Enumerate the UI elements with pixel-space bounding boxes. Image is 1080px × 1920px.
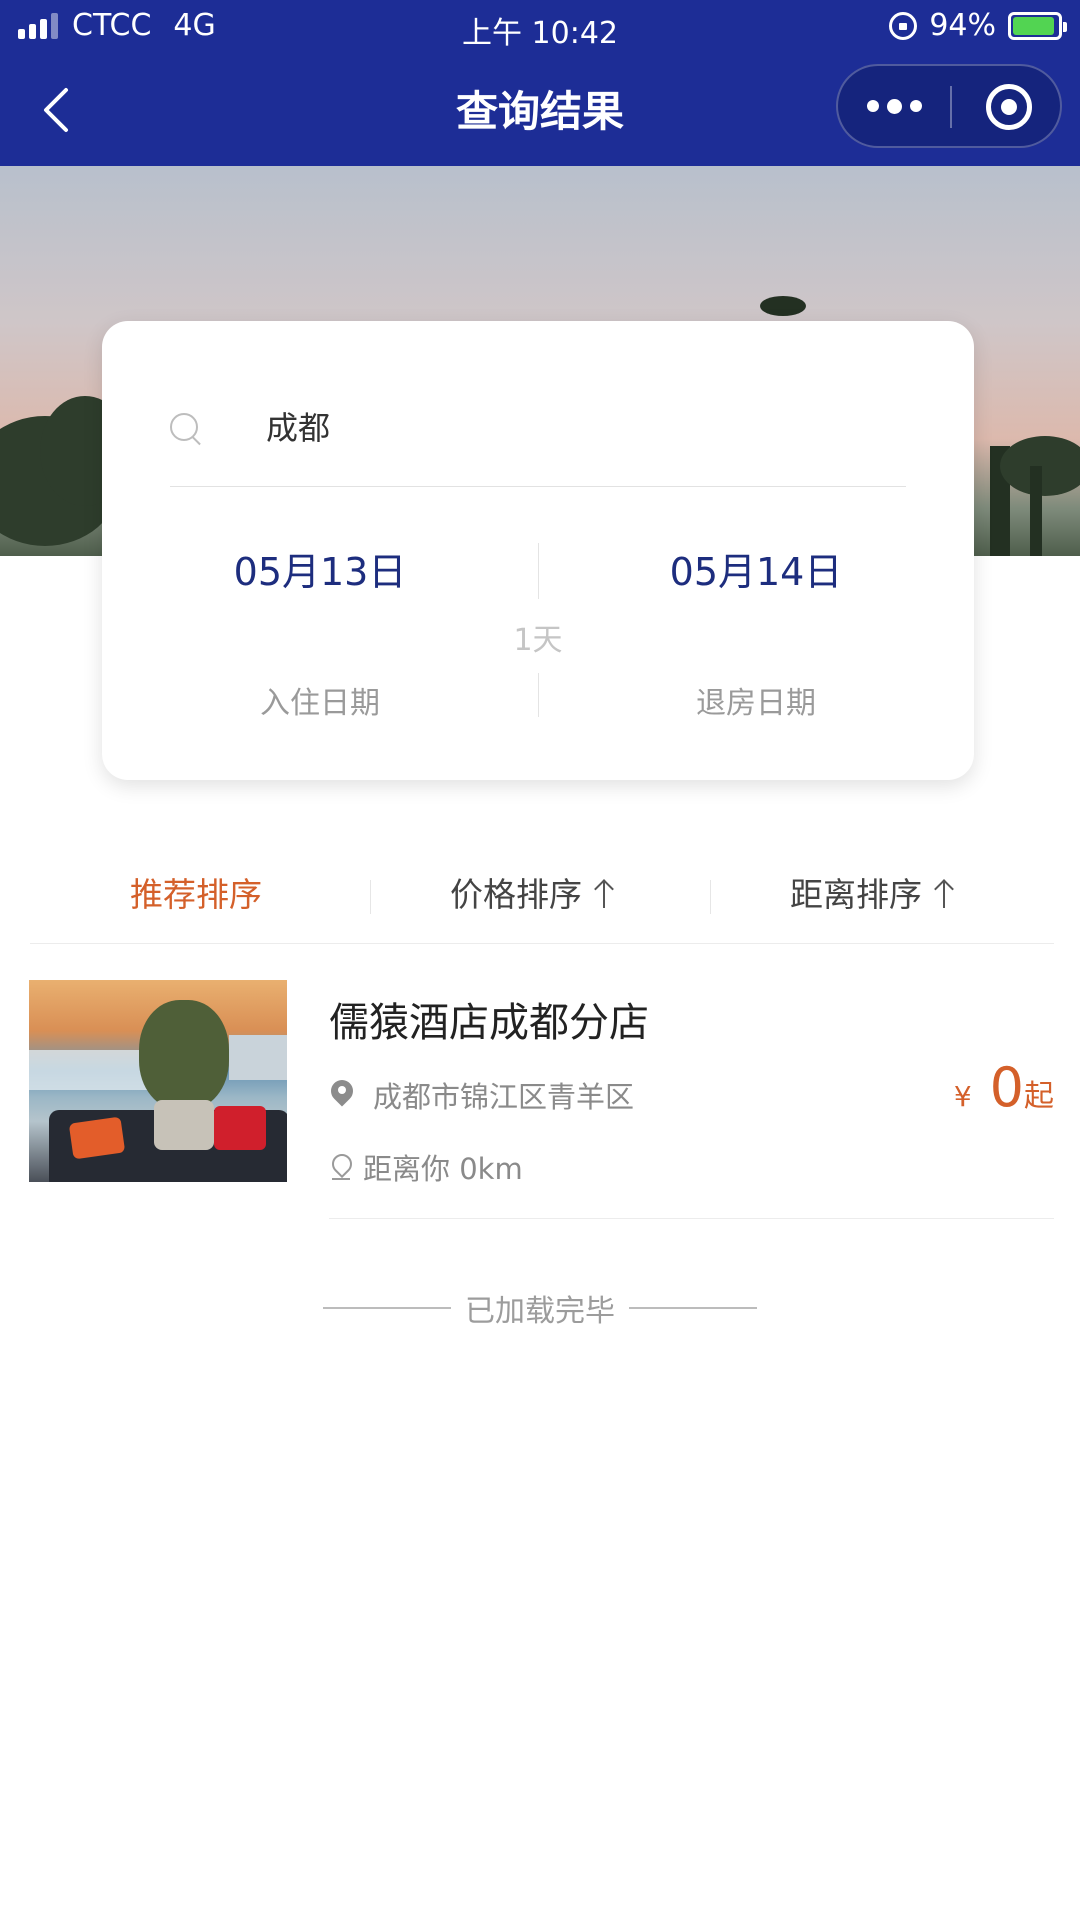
mini-program-capsule xyxy=(836,64,1062,148)
list-end-marker: 已加载完毕 xyxy=(0,1286,1080,1330)
close-target-button[interactable] xyxy=(986,84,1032,130)
capsule-divider xyxy=(950,86,952,128)
page: CTCC 4G 上午 10:42 94% 查询结果 成都 05月13日 入住日期… xyxy=(0,0,1080,1920)
battery-percent: 94% xyxy=(929,8,996,43)
item-divider xyxy=(329,1218,1054,1219)
price-suffix: 起 xyxy=(1024,1079,1054,1114)
sort-price[interactable]: 价格排序 xyxy=(450,868,614,916)
end-line-right xyxy=(629,1307,757,1309)
checkout-label: 退房日期 xyxy=(696,686,816,721)
sort-recommended[interactable]: 推荐排序 xyxy=(130,868,262,916)
hotel-address-row: 成都市锦江区青羊区 xyxy=(331,1074,634,1116)
search-keyword: 成都 xyxy=(266,409,331,447)
end-line-left xyxy=(323,1307,451,1309)
hotel-distance: 距离你 0km xyxy=(363,1152,523,1186)
search-card: 成都 05月13日 入住日期 05月14日 退房日期 1天 xyxy=(102,321,974,780)
arrow-up-icon xyxy=(934,876,954,908)
hotel-thumbnail xyxy=(29,980,287,1182)
arrow-up-icon xyxy=(594,876,614,908)
hotel-address: 成都市锦江区青羊区 xyxy=(373,1080,635,1114)
nav-bar: 查询结果 xyxy=(0,56,1080,166)
price-amount: 0 xyxy=(989,1056,1024,1119)
date-divider-bottom xyxy=(538,673,539,717)
sort-distance-label: 距离排序 xyxy=(790,875,922,914)
sort-distance[interactable]: 距离排序 xyxy=(790,868,954,916)
checkin-label: 入住日期 xyxy=(260,686,380,721)
search-field[interactable]: 成都 xyxy=(170,391,906,487)
checkin-date: 05月13日 xyxy=(233,550,407,594)
sort-divider xyxy=(370,880,371,914)
sort-divider xyxy=(710,880,711,914)
date-divider-top xyxy=(538,543,539,599)
status-bar: CTCC 4G 上午 10:42 94% xyxy=(0,0,1080,56)
price-currency: ¥ xyxy=(953,1080,972,1113)
more-button[interactable] xyxy=(838,66,950,146)
checkout-date: 05月14日 xyxy=(669,550,843,594)
hotel-distance-row: 距离你 0km xyxy=(331,1146,523,1188)
location-outline-icon xyxy=(331,1153,351,1181)
status-right: 94% xyxy=(889,8,1067,43)
sort-price-label: 价格排序 xyxy=(450,875,582,914)
orientation-lock-icon xyxy=(889,11,918,40)
battery-icon xyxy=(1008,11,1067,40)
sort-recommended-label: 推荐排序 xyxy=(130,875,262,914)
end-text: 已加载完毕 xyxy=(465,1294,615,1329)
top-bar: CTCC 4G 上午 10:42 94% 查询结果 xyxy=(0,0,1080,166)
hotel-price: ¥ 0 起 xyxy=(954,1056,1054,1119)
sort-bar: 推荐排序 价格排序 距离排序 xyxy=(30,852,1054,944)
nights-count: 1天 xyxy=(513,623,563,658)
hotel-list-item[interactable]: 儒猿酒店成都分店 成都市锦江区青羊区 距离你 0km ¥ 0 起 xyxy=(29,980,1054,1220)
location-pin-icon xyxy=(331,1080,353,1110)
search-icon xyxy=(170,413,204,447)
hotel-name: 儒猿酒店成都分店 xyxy=(329,1000,649,1046)
